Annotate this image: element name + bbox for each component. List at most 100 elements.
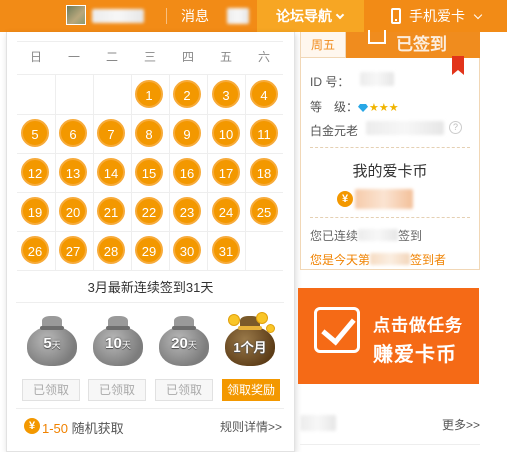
calendar-day-signed[interactable]: 8 xyxy=(135,119,163,147)
chevron-down-icon xyxy=(335,10,345,20)
streak-caption: 3月最新连续签到31天 xyxy=(87,280,214,295)
calendar-grid-line xyxy=(245,74,246,270)
gold-coin-icon xyxy=(228,314,240,326)
forum-nav-dropdown[interactable]: 论坛导航 xyxy=(257,0,364,32)
bookmark-icon xyxy=(452,56,464,75)
calendar-day-signed[interactable]: 17 xyxy=(212,158,240,186)
rank-value-blurred xyxy=(370,253,411,265)
calendar-day-signed[interactable]: 31 xyxy=(212,236,240,264)
calendar-day-signed[interactable]: 29 xyxy=(135,236,163,264)
id-label: ID 号： xyxy=(310,75,350,89)
reward-bag-10-days: 10天 xyxy=(90,312,146,368)
bag-tie xyxy=(238,326,262,330)
chevron-down-icon xyxy=(473,10,483,20)
section-title-blurred xyxy=(300,415,336,431)
weekday-header: 五 xyxy=(219,50,232,64)
rank-row: 您是今天第 签到者 xyxy=(310,251,446,268)
calendar-day-signed[interactable]: 18 xyxy=(250,158,278,186)
calendar-day-signed[interactable]: 16 xyxy=(173,158,201,186)
section-divider xyxy=(300,444,480,445)
rules-detail-link[interactable]: 规则详情>> xyxy=(220,418,282,435)
calendar-grid-line xyxy=(207,74,208,270)
calendar-day-signed[interactable]: 24 xyxy=(212,197,240,225)
calendar-day-signed[interactable]: 2 xyxy=(173,80,201,108)
reward-claimed-button[interactable]: 已领取 xyxy=(22,379,80,401)
id-value-blurred xyxy=(360,72,394,86)
bag-tie xyxy=(40,326,64,330)
calendar-grid-line xyxy=(17,41,283,42)
username-blurred[interactable] xyxy=(92,9,144,23)
weekday-header: 一 xyxy=(67,50,80,64)
calendar-day-signed[interactable]: 12 xyxy=(21,158,49,186)
calendar-day-signed[interactable]: 21 xyxy=(97,197,125,225)
calendar-day-signed[interactable]: 9 xyxy=(173,119,201,147)
mobile-app-link[interactable]: 手机爱卡 xyxy=(409,0,483,32)
calendar-day-signed[interactable]: 10 xyxy=(212,119,240,147)
calendar-grid-line xyxy=(93,74,94,270)
claim-reward-button[interactable]: 领取奖励 xyxy=(222,379,280,401)
mobile-label: 手机爱卡 xyxy=(409,8,465,24)
streak-suffix: 签到 xyxy=(398,229,423,243)
help-icon[interactable]: ? xyxy=(449,121,462,134)
signed-in-label: 已签到 xyxy=(396,35,447,54)
reward-claimed-button[interactable]: 已领取 xyxy=(88,379,146,401)
card-divider xyxy=(310,147,470,148)
rank-prefix: 您是今天第 xyxy=(310,253,371,267)
calendar-day-signed[interactable]: 19 xyxy=(21,197,49,225)
calendar-grid-line xyxy=(17,114,283,115)
reward-bag-1-month: 1个月 xyxy=(222,312,278,368)
weekday-header: 二 xyxy=(105,50,118,64)
calendar-day-signed[interactable]: 20 xyxy=(59,197,87,225)
diamond-icon xyxy=(358,104,369,112)
coin-range: 1-50 xyxy=(42,421,69,436)
coin-icon: ¥ xyxy=(24,418,40,434)
calendar-grid-line xyxy=(131,74,132,270)
calendar-day-signed[interactable]: 3 xyxy=(212,80,240,108)
calendar-grid-line xyxy=(17,192,283,193)
page-root: { "topbar": { "messages_label": "消息", "f… xyxy=(0,0,507,452)
random-coin-info: 1-50 随机获取 xyxy=(42,418,124,437)
weekday-header: 四 xyxy=(181,50,194,64)
calendar-day-signed[interactable]: 11 xyxy=(250,119,278,147)
bag-label: 20天 xyxy=(171,335,197,352)
level-stars: ★★★ xyxy=(369,102,399,114)
bag-label: 5天 xyxy=(43,335,61,352)
message-count-blurred xyxy=(227,8,249,24)
calendar-day-signed[interactable]: 13 xyxy=(59,158,87,186)
popup-divider xyxy=(16,408,284,409)
calendar-day-signed[interactable]: 1 xyxy=(135,80,163,108)
streak-prefix: 您已连续 xyxy=(310,229,359,243)
promo-line-2: 赚爱卡币 xyxy=(373,344,457,366)
calendar-day-signed[interactable]: 7 xyxy=(97,119,125,147)
messages-label: 消息 xyxy=(181,8,209,24)
calendar-day-signed[interactable]: 26 xyxy=(21,236,49,264)
gold-coin-icon xyxy=(266,324,275,333)
calendar-day-signed[interactable]: 27 xyxy=(59,236,87,264)
calendar-day-signed[interactable]: 30 xyxy=(173,236,201,264)
streak-value-blurred xyxy=(358,229,399,241)
calendar-day-signed[interactable]: 5 xyxy=(21,119,49,147)
calendar-day-signed[interactable]: 23 xyxy=(173,197,201,225)
weekday-header: 六 xyxy=(257,50,270,64)
calendar-day-signed[interactable]: 14 xyxy=(97,158,125,186)
calendar-day-signed[interactable]: 4 xyxy=(250,80,278,108)
date-tab: 周五 xyxy=(300,32,346,58)
more-link[interactable]: 更多>> xyxy=(442,416,480,433)
phone-icon xyxy=(391,8,401,24)
forum-nav-label: 论坛导航 xyxy=(276,8,332,24)
calendar-grid-line xyxy=(17,231,283,232)
calendar-day-signed[interactable]: 28 xyxy=(97,236,125,264)
calendar-day-signed[interactable]: 25 xyxy=(250,197,278,225)
bag-label: 10天 xyxy=(105,335,131,352)
calendar-grid-line xyxy=(55,74,56,270)
calendar-day-signed[interactable]: 6 xyxy=(59,119,87,147)
calendar-day-signed[interactable]: 15 xyxy=(135,158,163,186)
promo-line-1: 点击做任务 xyxy=(373,316,463,335)
user-avatar[interactable] xyxy=(66,5,86,25)
calendar-day-signed[interactable]: 22 xyxy=(135,197,163,225)
reward-claimed-button[interactable]: 已领取 xyxy=(155,379,213,401)
messages-link[interactable]: 消息 xyxy=(181,0,209,32)
streak-row: 您已连续 签到 xyxy=(310,227,422,244)
reward-bag-20-days: 20天 xyxy=(156,312,212,368)
coin-balance-blurred xyxy=(355,189,413,209)
